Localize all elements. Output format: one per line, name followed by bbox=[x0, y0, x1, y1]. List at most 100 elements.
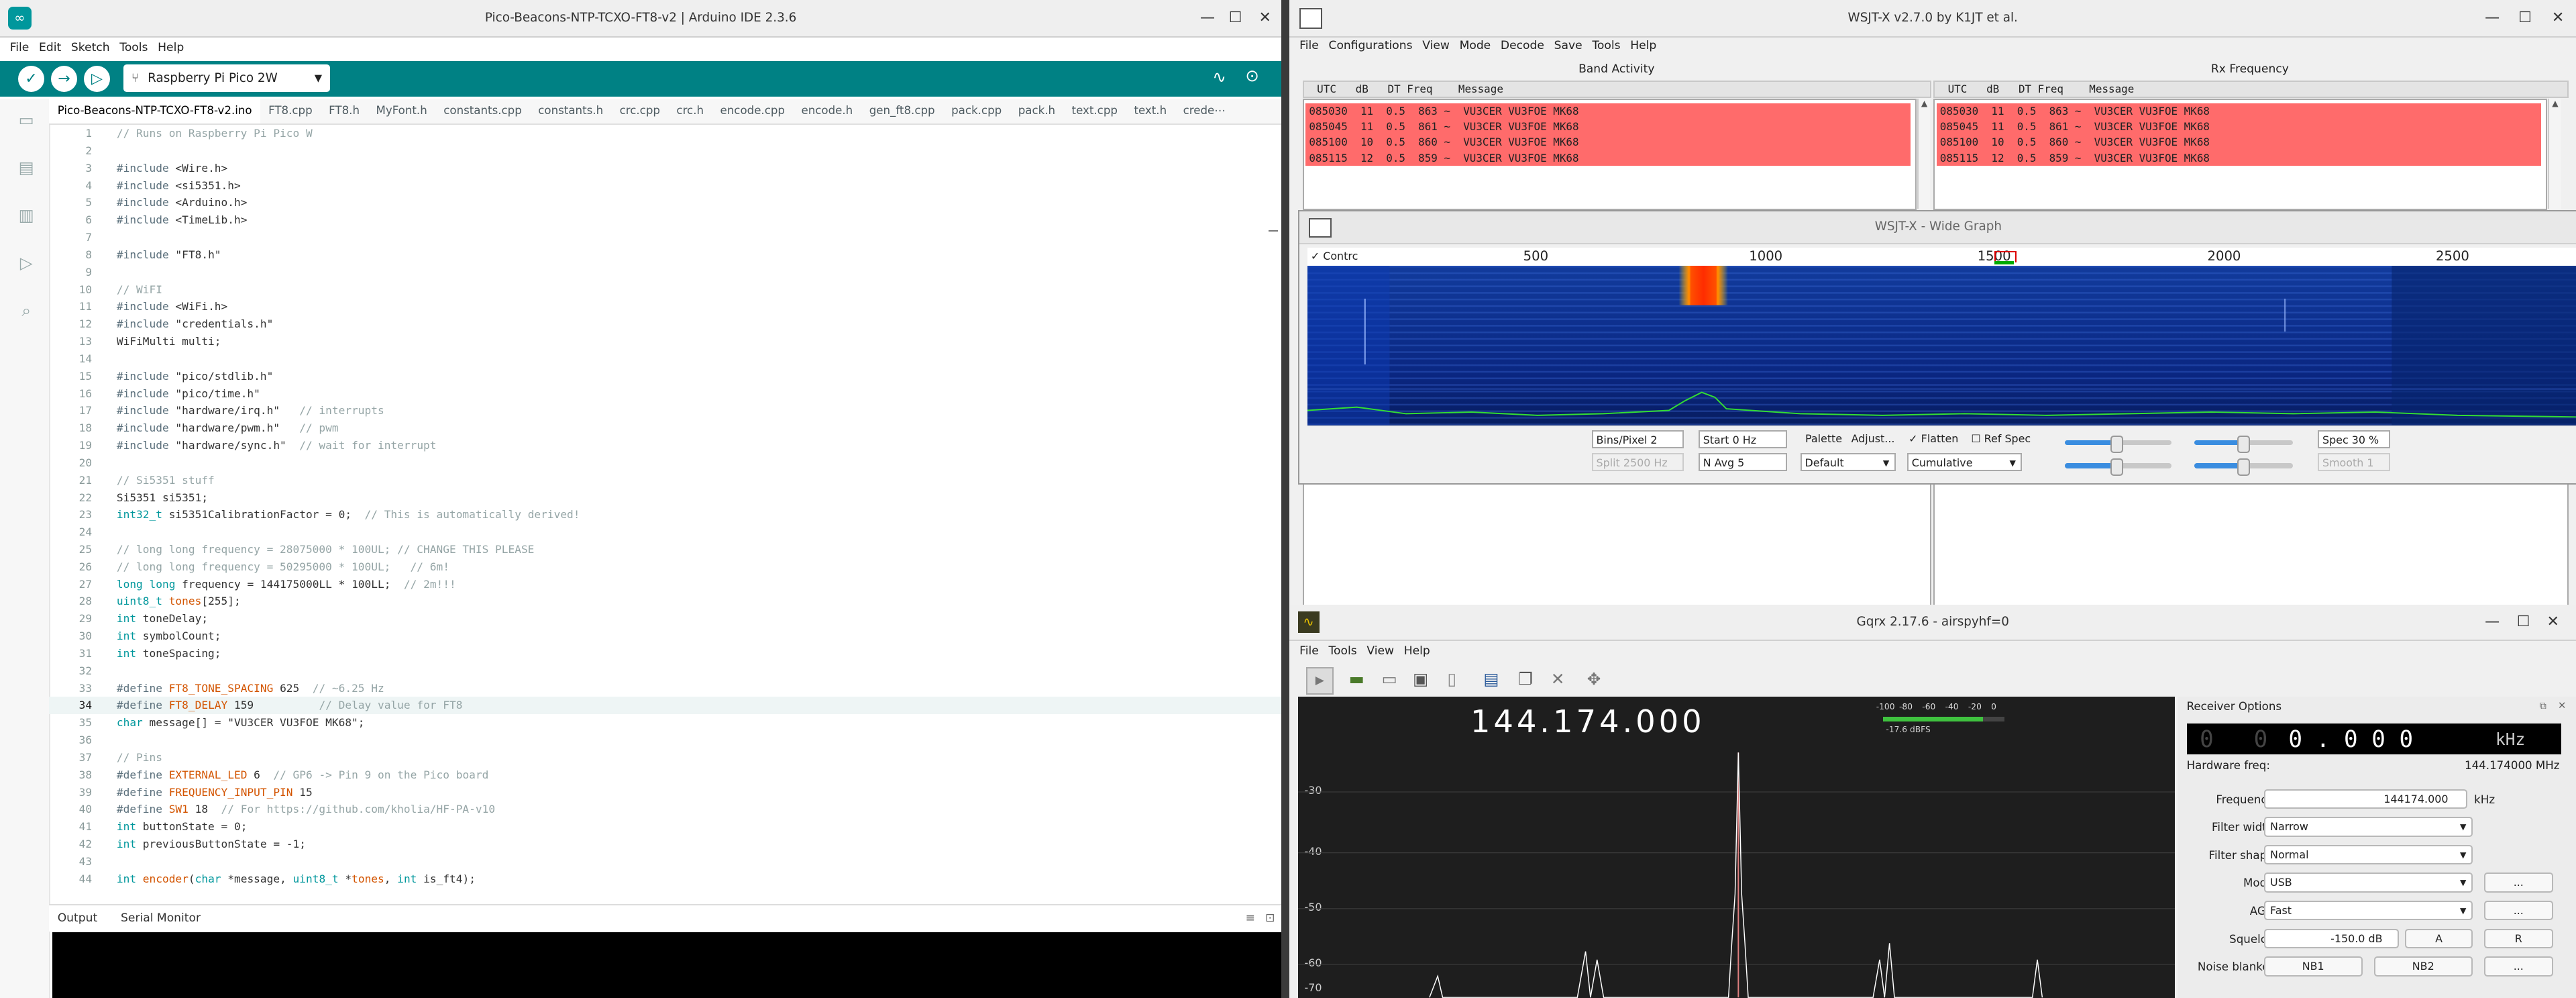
squelch-spinbox[interactable]: -150.0 dB bbox=[2263, 928, 2399, 949]
code-line[interactable]: 43 bbox=[49, 853, 1281, 870]
flatten-checkbox[interactable]: ✓ Flatten bbox=[1909, 430, 1958, 448]
clipboard-icon[interactable]: ▯ bbox=[1448, 669, 1456, 689]
code-line[interactable]: 44 int encoder(char *message, uint8_t *to… bbox=[49, 870, 1281, 888]
code-line[interactable]: 28 uint8_t tones[255]; bbox=[49, 593, 1281, 610]
code-line[interactable]: 33 #define FT8_TONE_SPACING 625 // ~6.25 … bbox=[49, 680, 1281, 697]
close-icon[interactable]: ✕ bbox=[2540, 605, 2566, 639]
sketchbook-icon[interactable]: ▭ bbox=[16, 110, 36, 130]
menu-mode[interactable]: Mode bbox=[1460, 34, 1491, 57]
upload-button[interactable]: → bbox=[50, 65, 78, 93]
code-line[interactable]: 4 #include <si5351.h> bbox=[49, 177, 1281, 195]
code-line[interactable]: 12 #include "credentials.h" bbox=[49, 315, 1281, 333]
code-line[interactable]: 27 long long frequency = 144175000LL * 10… bbox=[49, 576, 1281, 593]
close-panel-icon[interactable]: ✕ bbox=[2558, 700, 2566, 711]
decode-row[interactable]: 085030 11 0.5 863 ~ VU3CER VU3FOE MK68 bbox=[1305, 103, 1911, 119]
file-tab[interactable]: crc.cpp bbox=[611, 99, 668, 123]
code-line[interactable]: 25 // long long frequency = 28075000 * 10… bbox=[49, 541, 1281, 558]
code-line[interactable]: 14 bbox=[49, 350, 1281, 368]
code-line[interactable]: 37 // Pins bbox=[49, 749, 1281, 766]
menu-configurations[interactable]: Configurations bbox=[1328, 34, 1412, 57]
minimize-icon[interactable]: — bbox=[1194, 0, 1220, 36]
code-line[interactable]: 32 bbox=[49, 662, 1281, 680]
serial-monitor-icon[interactable]: ⊙ bbox=[1245, 66, 1259, 85]
boards-manager-icon[interactable]: ▤ bbox=[16, 158, 36, 177]
editor-scrollbar[interactable] bbox=[1268, 230, 1279, 232]
search-icon[interactable]: ⌕ bbox=[16, 301, 36, 320]
menu-file[interactable]: File bbox=[1299, 34, 1319, 57]
close-icon[interactable]: ✕ bbox=[1252, 0, 1278, 36]
ref-spec-checkbox[interactable]: ☐ Ref Spec bbox=[1971, 430, 2031, 448]
spectrum-mode-select[interactable]: Cumulative ▼ bbox=[1907, 453, 2023, 472]
windows-icon[interactable]: ❐ bbox=[1518, 669, 1533, 689]
verify-button[interactable]: ✓ bbox=[17, 65, 45, 93]
code-line[interactable]: 13 WiFiMulti multi; bbox=[49, 333, 1281, 350]
close-icon[interactable]: ✕ bbox=[2544, 0, 2571, 36]
screen-icon[interactable]: ▤ bbox=[1483, 669, 1499, 689]
file-tab[interactable]: text.cpp bbox=[1063, 99, 1126, 123]
agc-options-button[interactable]: ... bbox=[2483, 901, 2553, 921]
code-editor[interactable]: 1// Runs on Raspberry Pi Pico W 2 3 #includ… bbox=[49, 125, 1282, 901]
tools-icon[interactable]: ✕ bbox=[1551, 669, 1565, 689]
tx-frequency-marker[interactable] bbox=[1994, 260, 2014, 264]
code-line[interactable]: 16 #include "pico/time.h" bbox=[49, 385, 1281, 403]
code-line[interactable]: 9 bbox=[49, 264, 1281, 281]
menu-sketch[interactable]: Sketch bbox=[71, 36, 110, 59]
play-icon[interactable]: ▶ bbox=[1305, 667, 1334, 695]
code-line[interactable]: 30 int symbolCount; bbox=[49, 628, 1281, 645]
code-line[interactable]: 20 bbox=[49, 454, 1281, 472]
code-line[interactable]: 22 Si5351 si5351; bbox=[49, 489, 1281, 507]
menu-tools[interactable]: Tools bbox=[119, 36, 148, 59]
code-line[interactable]: 15 #include "pico/stdlib.h" bbox=[49, 368, 1281, 385]
output-console[interactable] bbox=[52, 932, 1282, 998]
n-avg-spinbox[interactable]: N Avg 5 bbox=[1698, 453, 1788, 472]
nb2-button[interactable]: NB2 bbox=[2373, 956, 2473, 977]
decode-row[interactable]: 085115 12 0.5 859 ~ VU3CER VU3FOE MK68 bbox=[1305, 150, 1911, 166]
filter-shape-select[interactable]: Normal ▼ bbox=[2263, 844, 2473, 865]
menu-tools[interactable]: Tools bbox=[1328, 640, 1356, 662]
menu-file[interactable]: File bbox=[10, 36, 30, 59]
tab-serial-monitor[interactable]: Serial Monitor bbox=[121, 905, 201, 932]
clear-output-icon[interactable]: ≡ bbox=[1246, 905, 1255, 932]
menu-tools[interactable]: Tools bbox=[1592, 34, 1620, 57]
library-manager-icon[interactable]: ▥ bbox=[16, 205, 36, 225]
file-tab[interactable]: constants.cpp bbox=[435, 99, 530, 123]
menu-help[interactable]: Help bbox=[1404, 640, 1430, 662]
frequency-lcd[interactable]: 0 0 0 . 0 0 0 kHz bbox=[2186, 723, 2561, 755]
file-tab[interactable]: crc.h bbox=[668, 99, 712, 123]
maximize-icon[interactable]: ☐ bbox=[2510, 605, 2536, 639]
code-line[interactable]: 18 #include "hardware/pwm.h" // pwm bbox=[49, 419, 1281, 437]
menu-decode[interactable]: Decode bbox=[1501, 34, 1544, 57]
file-tab[interactable]: constants.h bbox=[530, 99, 611, 123]
squelch-auto-button[interactable]: A bbox=[2405, 928, 2473, 949]
menu-view[interactable]: View bbox=[1422, 34, 1450, 57]
filter-width-select[interactable]: Narrow ▼ bbox=[2263, 817, 2473, 837]
spec-spinbox[interactable]: Spec 30 % bbox=[2318, 430, 2390, 449]
code-line[interactable]: 40 #define SW1 18 // For https://github.c… bbox=[49, 801, 1281, 818]
code-line[interactable]: 41 int buttonState = 0; bbox=[49, 818, 1281, 836]
debug-icon[interactable]: ▷ bbox=[16, 253, 36, 272]
file-tab[interactable]: FT8.h bbox=[321, 99, 368, 123]
controls-checkbox[interactable]: ✓ Contrc bbox=[1311, 248, 1358, 266]
wsjtx-titlebar[interactable]: WSJT-X v2.7.0 by K1JT et al. — ☐ ✕ bbox=[1289, 0, 2576, 38]
adjust-button[interactable]: Adjust... bbox=[1851, 430, 1895, 448]
board-selector[interactable]: ⑂ Raspberry Pi Pico 2W ▼ bbox=[123, 64, 331, 93]
menu-help[interactable]: Help bbox=[158, 36, 184, 59]
start-frequency-spinbox[interactable]: Start 0 Hz bbox=[1698, 430, 1788, 449]
fullscreen-icon[interactable]: ✥ bbox=[1587, 669, 1601, 689]
palette-select[interactable]: Default ▼ bbox=[1800, 453, 1896, 472]
mode-options-button[interactable]: ... bbox=[2483, 872, 2553, 893]
file-tab[interactable]: pack.h bbox=[1010, 99, 1063, 123]
mode-select[interactable]: USB ▼ bbox=[2263, 872, 2473, 893]
zero-2d-slider[interactable] bbox=[2194, 458, 2294, 476]
noise-blanker-options-button[interactable]: ... bbox=[2483, 956, 2553, 977]
code-line[interactable]: 38 #define EXTERNAL_LED 6 // GP6 -> Pin 9… bbox=[49, 766, 1281, 784]
minimize-icon[interactable]: — bbox=[2479, 605, 2506, 639]
decode-row[interactable]: 085100 10 0.5 860 ~ VU3CER VU3FOE MK68 bbox=[1305, 134, 1911, 150]
serial-plotter-icon[interactable]: ∿ bbox=[1212, 67, 1226, 87]
gain-2d-slider[interactable] bbox=[2064, 458, 2172, 476]
file-tab[interactable]: encode.h bbox=[793, 99, 861, 123]
decode-row[interactable]: 085045 11 0.5 861 ~ VU3CER VU3FOE MK68 bbox=[1936, 119, 2542, 135]
menu-file[interactable]: File bbox=[1299, 640, 1319, 662]
band-activity-list[interactable]: 085030 11 0.5 863 ~ VU3CER VU3FOE MK68 08… bbox=[1303, 98, 1917, 210]
gqrx-titlebar[interactable]: ∿ Gqrx 2.17.6 - airspyhf=0 — ☐ ✕ bbox=[1289, 605, 2576, 641]
